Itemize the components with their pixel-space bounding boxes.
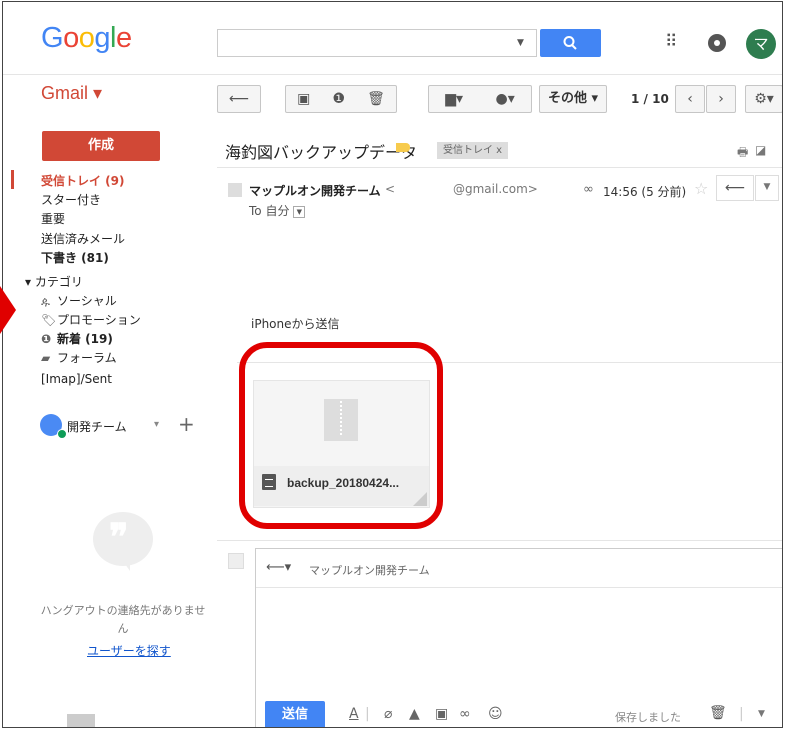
info-icon: ❶	[41, 332, 52, 346]
hangouts-user-name[interactable]: 開発チーム	[67, 418, 127, 435]
message-divider	[217, 167, 782, 168]
sidebar-item-label: プロモーション	[57, 313, 141, 327]
action-button-group: ▣ ❶ 🗑	[285, 85, 397, 113]
logo-letter: e	[115, 22, 132, 54]
tag-icon: 🏷	[41, 313, 57, 327]
send-button[interactable]: 送信	[265, 701, 325, 727]
insert-photo-icon[interactable]: ▣	[435, 706, 448, 722]
sidebar-item-important[interactable]: 重要	[41, 210, 65, 227]
reply-more-button[interactable]: ▼	[755, 175, 779, 201]
discard-draft-icon[interactable]: 🗑	[709, 705, 727, 721]
search-input[interactable]	[217, 29, 537, 57]
search-button[interactable]	[540, 29, 601, 57]
logo-letter: o	[78, 22, 95, 54]
find-users-link[interactable]: ユーザーを探す	[87, 642, 171, 659]
archive-icon[interactable]: ▣	[297, 86, 310, 112]
back-button[interactable]: ⟵	[217, 85, 261, 113]
sidebar-item-updates[interactable]: ❶ 新着 (19)	[41, 330, 113, 347]
quote-mark-icon: ❞	[109, 516, 129, 558]
message-time: 14:56 (5 分前)	[603, 185, 687, 199]
sidebar-item-sent[interactable]: 送信済みメール	[41, 230, 125, 247]
message-subject: 海釣図バックアップデータ	[225, 143, 418, 162]
forum-icon: ▰	[41, 351, 51, 365]
header-divider	[3, 74, 782, 75]
social-icon: ዹ	[41, 294, 50, 308]
sender-name[interactable]: マップルオン開発チーム	[249, 182, 381, 199]
more-options-caret-icon[interactable]: ▼	[758, 709, 765, 719]
reply-button[interactable]: ⟵	[716, 175, 754, 201]
star-icon[interactable]: ☆	[694, 179, 708, 198]
add-icon[interactable]: +	[178, 412, 195, 436]
sender-email-open: <	[385, 182, 396, 196]
toolbar-separator: |	[365, 706, 370, 722]
logo-letter: G	[41, 22, 64, 54]
sidebar-item-label: フォーラム	[57, 351, 117, 365]
hangouts-icon-tail	[120, 557, 130, 571]
sender-avatar	[228, 183, 242, 197]
print-icon[interactable]: 🖶	[737, 143, 748, 164]
toolbar-separator: |	[739, 706, 744, 722]
chevron-down-icon[interactable]: ▾	[154, 419, 159, 430]
emoji-icon[interactable]: ☺	[488, 706, 503, 722]
gmail-menu[interactable]: Gmail ▾	[41, 83, 102, 104]
recipient-label: To 自分	[249, 204, 290, 218]
move-label-group: ▆▾ ●▾	[428, 85, 532, 113]
prev-message-button[interactable]: ‹	[675, 85, 705, 113]
more-button[interactable]: その他 ▾	[539, 85, 607, 113]
new-window-icon[interactable]: ◪	[755, 143, 766, 157]
settings-button[interactable]: ⚙▾	[745, 85, 782, 113]
online-status-icon	[57, 429, 67, 439]
account-avatar[interactable]: マ	[746, 29, 776, 59]
sidebar-footer-tab[interactable]	[67, 714, 95, 727]
attachment-clip-icon: ∞	[583, 182, 594, 197]
my-avatar	[228, 553, 244, 569]
inbox-selected-marker	[11, 170, 14, 189]
google-logo[interactable]: Google	[41, 22, 132, 55]
sidebar-item-drafts[interactable]: 下書き (81)	[41, 249, 109, 266]
reply-divider	[217, 540, 782, 541]
sidebar-item-starred[interactable]: スター付き	[41, 191, 101, 208]
sidebar-categories-toggle[interactable]: ▾ カテゴリ	[25, 273, 83, 290]
sidebar-item-inbox[interactable]: 受信トレイ (9)	[41, 172, 125, 189]
report-spam-icon[interactable]: ❶	[332, 86, 345, 112]
search-icon	[563, 36, 577, 50]
logo-letter: g	[94, 22, 110, 54]
labels-icon[interactable]: ●▾	[496, 86, 515, 112]
sidebar-item-label: 新着 (19)	[57, 332, 113, 346]
reply-recipient[interactable]: マップルオン開発チーム	[309, 562, 430, 578]
move-to-folder-icon[interactable]: ▆▾	[445, 86, 463, 112]
delete-icon[interactable]: 🗑	[367, 86, 385, 112]
sidebar-item-social[interactable]: ዹ ソーシャル	[41, 292, 117, 309]
gmail-window: Google ▼ ⠿ マ Gmail ▾ ⟵ ▣ ❶ 🗑 ▆▾ ●▾ その他 ▾…	[2, 1, 783, 728]
draft-saved-status: 保存しました	[615, 711, 681, 724]
insert-link-icon[interactable]: ∞	[459, 706, 471, 722]
highlight-box	[239, 342, 443, 529]
search-options-caret-icon[interactable]: ▼	[517, 38, 524, 48]
apps-grid-icon[interactable]: ⠿	[665, 32, 677, 52]
drive-icon[interactable]: ▲	[409, 706, 420, 722]
message-body: iPhoneから送信	[251, 317, 340, 331]
inbox-label-chip[interactable]: 受信トレイ x	[437, 142, 509, 159]
sidebar-item-imap-sent[interactable]: [Imap]/Sent	[41, 372, 112, 386]
attach-file-icon[interactable]: ⌀	[384, 706, 392, 722]
sidebar-item-forums[interactable]: ▰ フォーラム	[41, 349, 117, 366]
sidebar-item-promotions[interactable]: 🏷プロモーション	[41, 311, 141, 328]
details-caret-icon[interactable]: ▼	[293, 205, 306, 218]
hangouts-empty-text: ハングアウトの連絡先がありません	[40, 604, 206, 635]
pointer-arrow	[0, 286, 16, 334]
pager-count: 1 / 10	[631, 92, 669, 106]
next-message-button[interactable]: ›	[706, 85, 736, 113]
compose-button[interactable]: 作成	[42, 131, 160, 161]
reply-type-icon[interactable]: ⟵▾	[266, 560, 291, 575]
sidebar-item-label: ソーシャル	[57, 294, 117, 308]
notifications-icon[interactable]	[708, 34, 726, 52]
logo-letter: o	[63, 22, 79, 54]
recipient-line: To 自分 ▼	[249, 202, 306, 219]
important-label-icon[interactable]	[396, 143, 410, 152]
formatting-icon[interactable]: A	[349, 706, 359, 722]
sender-email: @gmail.com>	[453, 182, 538, 196]
